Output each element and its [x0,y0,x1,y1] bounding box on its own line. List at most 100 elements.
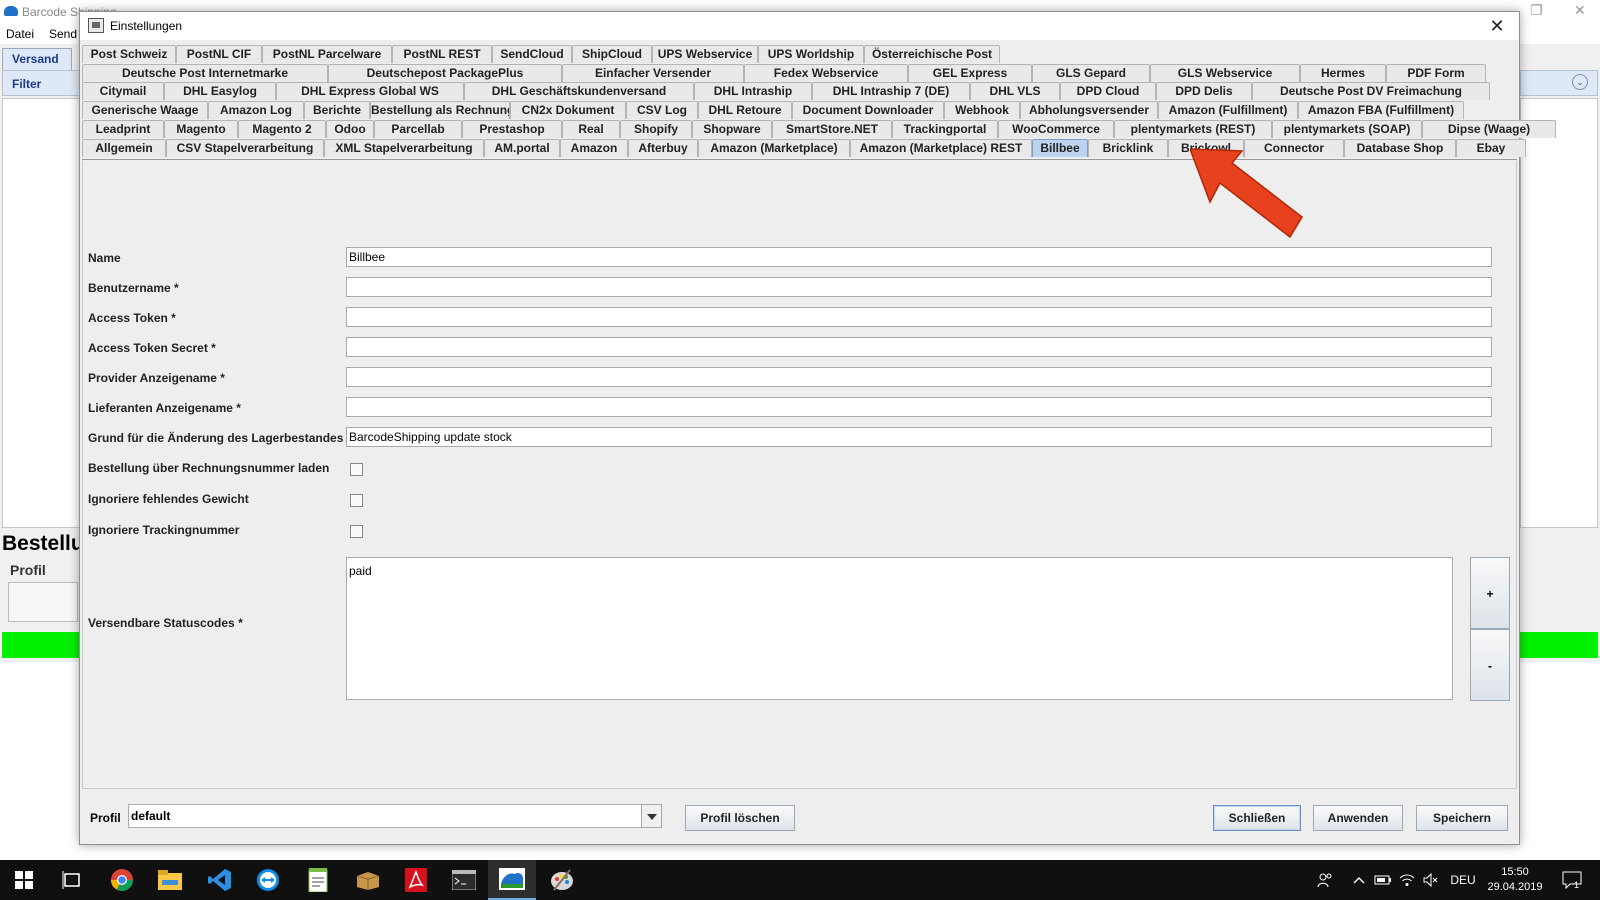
tab-bricklink[interactable]: Bricklink [1088,138,1168,157]
notepad-icon[interactable] [294,860,342,900]
tab-billbee[interactable]: Billbee [1032,138,1088,157]
volume-muted-icon[interactable] [1420,860,1442,900]
tab-ups-worldship[interactable]: UPS Worldship [758,45,864,63]
tab-amazon-marketplace[interactable]: Amazon (Marketplace) [698,138,850,157]
acrobat-icon[interactable] [392,860,440,900]
tab-smartstore-net[interactable]: SmartStore.NET [772,119,892,138]
task-view-icon[interactable] [48,860,96,900]
add-status-code-button[interactable]: + [1470,557,1510,629]
provider-name-input[interactable] [346,367,1492,387]
wifi-icon[interactable] [1396,860,1418,900]
tab-gls-webservice[interactable]: GLS Webservice [1150,63,1300,82]
tab-dhl-intraship-7-de[interactable]: DHL Intraship 7 (DE) [812,82,970,101]
tab-plentymarkets-rest[interactable]: plentymarkets (REST) [1114,119,1272,138]
tab-cn2x-dokument[interactable]: CN2x Dokument [510,101,626,120]
tab-dhl-intraship[interactable]: DHL Intraship [694,82,812,101]
tab-dpd-delis[interactable]: DPD Delis [1156,82,1252,101]
tab-citymail[interactable]: Citymail [82,82,164,101]
tab-allgemein[interactable]: Allgemein [82,138,166,157]
remove-status-code-button[interactable]: - [1470,629,1510,701]
close-icon[interactable]: ✕ [1574,2,1586,19]
tab-csv-stapelverarbeitung[interactable]: CSV Stapelverarbeitung [166,138,324,157]
tab-csv-log[interactable]: CSV Log [626,101,698,120]
taskbar-clock[interactable]: 15:50 29.04.2019 [1480,865,1550,895]
paint-icon[interactable] [538,860,586,900]
package-icon[interactable] [344,860,392,900]
tab-deutschepost-packageplus[interactable]: Deutschepost PackagePlus [328,63,562,82]
tab-dhl-vls[interactable]: DHL VLS [970,82,1060,101]
vscode-icon[interactable] [196,860,244,900]
windows-start-icon[interactable] [0,860,48,900]
ignore-tracking-checkbox[interactable] [350,525,363,538]
language-indicator[interactable]: DEU [1448,860,1478,900]
access-token-secret-input[interactable] [346,337,1492,357]
tab-woocommerce[interactable]: WooCommerce [998,119,1114,138]
tab-shipcloud[interactable]: ShipCloud [572,45,652,63]
menu-datei[interactable]: Datei [6,27,34,41]
teamviewer-icon[interactable] [244,860,292,900]
tab-dhl-retoure[interactable]: DHL Retoure [698,101,792,120]
tab-dpd-cloud[interactable]: DPD Cloud [1060,82,1156,101]
tab-sendcloud[interactable]: SendCloud [492,45,572,63]
tab-versand[interactable]: Versand [2,48,72,70]
tab-database-shop[interactable]: Database Shop [1344,138,1456,157]
supplier-name-input[interactable] [346,397,1492,417]
tab-shopify[interactable]: Shopify [620,119,692,138]
tab-xml-stapelverarbeitung[interactable]: XML Stapelverarbeitung [324,138,484,157]
tab-document-downloader[interactable]: Document Downloader [792,101,944,120]
tab-postnl-parcelware[interactable]: PostNL Parcelware [262,45,392,63]
tab-österreichische-post[interactable]: Österreichische Post [864,45,1000,63]
battery-icon[interactable] [1372,860,1394,900]
tab-amazon-marketplace-rest[interactable]: Amazon (Marketplace) REST [850,138,1032,157]
notification-center-icon[interactable]: 1 [1556,860,1588,900]
username-input[interactable] [346,277,1492,297]
tab-magento-2[interactable]: Magento 2 [238,119,326,138]
tab-amazon-fba-fulfillment[interactable]: Amazon FBA (Fulfillment) [1298,101,1464,120]
barcode-shipping-icon[interactable] [488,860,536,900]
tab-generische-waage[interactable]: Generische Waage [82,101,208,120]
tab-hermes[interactable]: Hermes [1300,63,1386,82]
tab-webhook[interactable]: Webhook [944,101,1020,120]
tray-chevron-up-icon[interactable] [1348,860,1370,900]
people-icon[interactable] [1312,860,1338,900]
access-token-input[interactable] [346,307,1492,327]
tab-afterbuy[interactable]: Afterbuy [628,138,698,157]
tab-shopware[interactable]: Shopware [692,119,772,138]
tab-gel-express[interactable]: GEL Express [908,63,1032,82]
tab-magento[interactable]: Magento [164,119,238,138]
name-input[interactable] [346,247,1492,267]
tab-abholungsversender[interactable]: Abholungsversender [1020,101,1158,120]
status-codes-textarea[interactable]: paid [346,557,1453,700]
tab-amazon-fulfillment[interactable]: Amazon (Fulfillment) [1158,101,1298,120]
tab-ebay[interactable]: Ebay [1456,138,1526,157]
delete-profile-button[interactable]: Profil löschen [685,805,795,831]
background-profil-box[interactable] [8,582,78,622]
tab-post-schweiz[interactable]: Post Schweiz [82,45,176,63]
tab-prestashop[interactable]: Prestashop [462,119,562,138]
dialog-close-icon[interactable]: ✕ [1483,14,1511,38]
tab-dipse-waage[interactable]: Dipse (Waage) [1422,119,1556,138]
tab-dhl-express-global-ws[interactable]: DHL Express Global WS [276,82,464,101]
ignore-weight-checkbox[interactable] [350,494,363,507]
tab-postnl-cif[interactable]: PostNL CIF [176,45,262,63]
tab-parcellab[interactable]: Parcellab [374,119,462,138]
profile-dropdown[interactable]: default [128,804,662,828]
tab-pdf-form[interactable]: PDF Form [1386,63,1486,82]
file-explorer-icon[interactable] [146,860,194,900]
tab-deutsche-post-internetmarke[interactable]: Deutsche Post Internetmarke [82,63,328,82]
tab-trackingportal[interactable]: Trackingportal [892,119,998,138]
tab-plentymarkets-soap[interactable]: plentymarkets (SOAP) [1272,119,1422,138]
stock-reason-input[interactable] [346,427,1492,447]
tab-bestellung-als-rechnung[interactable]: Bestellung als Rechnung [370,101,510,120]
tab-leadprint[interactable]: Leadprint [82,119,164,138]
close-button[interactable]: Schließen [1213,805,1301,831]
tab-dhl-easylog[interactable]: DHL Easylog [164,82,276,101]
tab-fedex-webservice[interactable]: Fedex Webservice [744,63,908,82]
chrome-icon[interactable] [98,860,146,900]
tab-dhl-geschäftskundenversand[interactable]: DHL Geschäftskundenversand [464,82,694,101]
tab-einfacher-versender[interactable]: Einfacher Versender [562,63,744,82]
tab-berichte[interactable]: Berichte [304,101,370,120]
tab-am-portal[interactable]: AM.portal [484,138,560,157]
terminal-icon[interactable] [440,860,488,900]
load-by-invoice-checkbox[interactable] [350,463,363,476]
